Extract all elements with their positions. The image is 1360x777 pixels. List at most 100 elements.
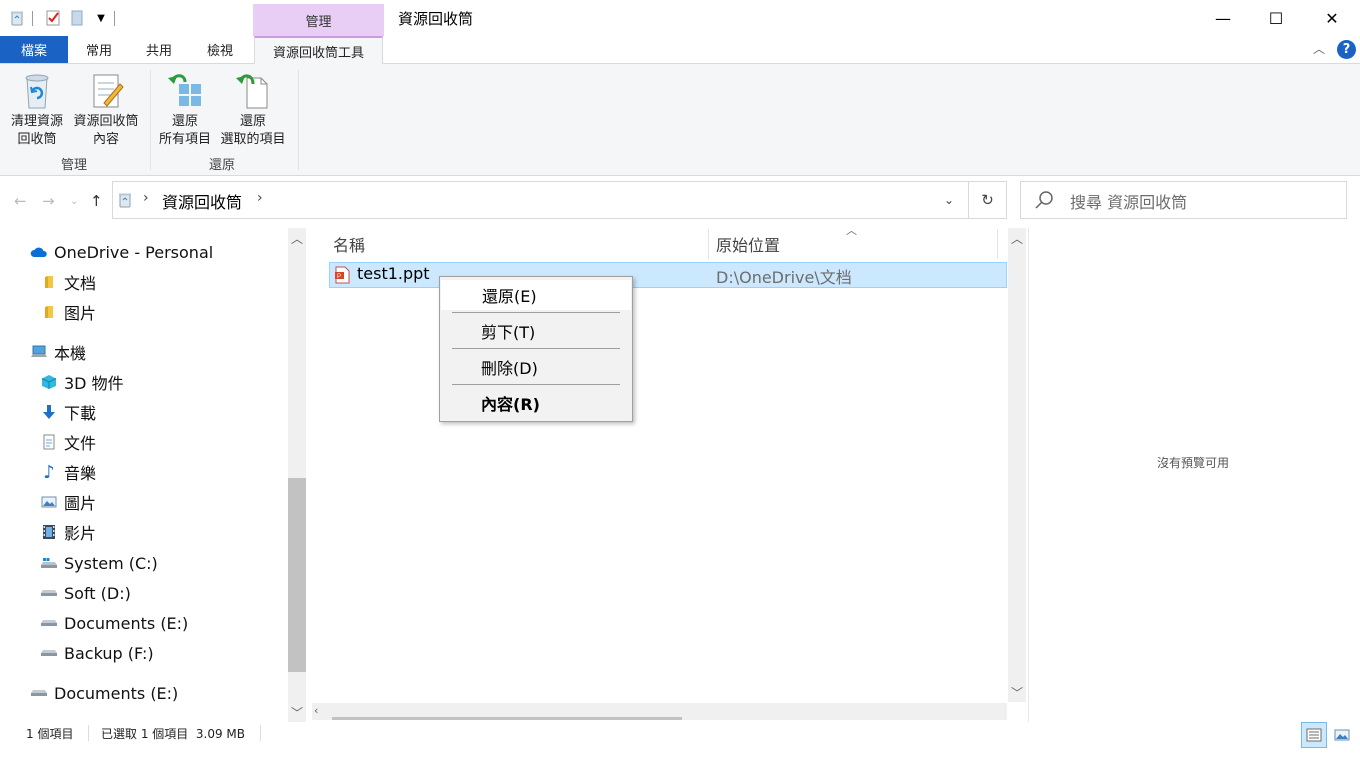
- menu-separator: [452, 348, 620, 349]
- nav-item-documents-e-root[interactable]: Documents (E:): [30, 678, 178, 708]
- column-separator[interactable]: [997, 229, 998, 259]
- list-horizontal-scroll-thumb[interactable]: [332, 717, 682, 720]
- status-separator: [88, 725, 89, 741]
- customize-toolbar-dropdown-icon[interactable]: ▼: [94, 10, 108, 26]
- back-button[interactable]: ←: [14, 192, 27, 210]
- preview-pane-divider[interactable]: [1028, 228, 1029, 722]
- address-history-dropdown-icon[interactable]: ⌄: [944, 193, 954, 207]
- status-selection: 已選取 1 個項目 3.09 MB: [101, 727, 246, 741]
- tab-file[interactable]: 檔案: [0, 36, 68, 63]
- file-name[interactable]: test1.ppt: [357, 264, 430, 283]
- search-icon: [1035, 191, 1053, 209]
- nav-item-system-c[interactable]: System (C:): [40, 548, 158, 578]
- restore-selected-label-2: 選取的項目: [220, 132, 286, 147]
- nav-label: 本機: [54, 344, 87, 363]
- folder-icon: [40, 274, 58, 290]
- window-title: 資源回收筒: [398, 10, 474, 28]
- column-header-original-location[interactable]: 原始位置: [716, 231, 996, 257]
- forward-button[interactable]: →: [42, 192, 55, 210]
- nav-item-documents[interactable]: 文件: [40, 427, 96, 457]
- nav-label: 影片: [64, 524, 97, 543]
- empty-recycle-bin-button[interactable]: 清理資源 回收筒: [6, 70, 68, 149]
- nav-item-soft-d[interactable]: Soft (D:): [40, 578, 131, 608]
- recycle-bin-properties-button[interactable]: 資源回收筒 內容: [70, 70, 142, 149]
- nav-item-3d-objects[interactable]: 3D 物件: [40, 367, 124, 397]
- breadcrumb-chevron-icon[interactable]: ›: [143, 190, 149, 206]
- restore-selected-icon: [236, 74, 268, 109]
- menu-item-delete[interactable]: 刪除(D): [441, 352, 631, 382]
- column-header-name[interactable]: 名稱: [333, 231, 707, 257]
- nav-label: 圖片: [64, 494, 97, 513]
- restore-selected-button[interactable]: 還原 選取的項目: [217, 70, 289, 149]
- nav-item-pictures[interactable]: 圖片: [40, 487, 96, 517]
- breadcrumb-chevron-icon[interactable]: ›: [257, 190, 263, 206]
- nav-scroll-thumb[interactable]: [288, 478, 306, 672]
- nav-item-this-pc[interactable]: 本機: [30, 337, 86, 367]
- document-icon: [40, 434, 58, 450]
- pictures-icon: [40, 494, 58, 510]
- nav-scroll-up-icon[interactable]: ︿: [288, 230, 306, 247]
- group-label-restore: 還原: [209, 158, 236, 173]
- nav-item-videos[interactable]: 影片: [40, 517, 96, 547]
- minimize-button[interactable]: —: [1200, 0, 1246, 36]
- nav-item-onedrive[interactable]: OneDrive - Personal: [30, 237, 213, 267]
- nav-label: 下載: [64, 404, 97, 423]
- maximize-button[interactable]: ☐: [1253, 0, 1299, 36]
- menu-item-cut[interactable]: 剪下(T): [441, 316, 631, 346]
- properties-label-1: 資源回收筒: [73, 114, 139, 129]
- menu-item-properties[interactable]: 內容(R): [441, 388, 631, 418]
- nav-item-music[interactable]: ♪ 音樂: [40, 457, 96, 487]
- nav-label: Documents (E:): [64, 613, 189, 633]
- restore-all-label-1: 還原: [171, 114, 198, 129]
- nav-label: 图片: [64, 304, 97, 323]
- group-label-manage: 管理: [61, 158, 88, 173]
- drive-icon: [30, 685, 48, 701]
- restore-all-button[interactable]: 還原 所有項目: [155, 70, 215, 149]
- menu-item-restore[interactable]: 還原(E): [441, 280, 631, 310]
- column-separator[interactable]: [708, 229, 709, 259]
- collapse-ribbon-icon[interactable]: ︿: [1313, 40, 1325, 57]
- drive-icon: [40, 585, 58, 601]
- contextual-tab-header: 管理: [253, 4, 384, 36]
- up-button[interactable]: ↑: [90, 192, 103, 210]
- tab-home[interactable]: 常用: [72, 36, 126, 63]
- nav-item-downloads[interactable]: 下載: [40, 397, 96, 427]
- properties-check-icon[interactable]: [46, 10, 60, 26]
- list-scroll-left-icon[interactable]: ‹: [314, 704, 318, 717]
- menu-separator: [452, 312, 620, 313]
- quick-access-separator: [32, 11, 33, 26]
- nav-item-backup-f[interactable]: Backup (F:): [40, 638, 154, 668]
- list-scroll-up-icon[interactable]: ︿: [1008, 230, 1026, 247]
- 3d-objects-icon: [40, 374, 58, 390]
- restore-selected-label-1: 還原: [239, 114, 266, 129]
- nav-label: System (C:): [64, 553, 158, 573]
- nav-item-onedrive-documents[interactable]: 文档: [40, 267, 96, 297]
- close-button[interactable]: ✕: [1309, 0, 1355, 36]
- nav-label: 文件: [64, 434, 97, 453]
- refresh-button[interactable]: ↻: [968, 181, 1007, 219]
- nav-label: Documents (E:): [54, 683, 179, 703]
- list-scroll-down-icon[interactable]: ﹀: [1008, 684, 1026, 701]
- tab-recycle-bin-tools[interactable]: 資源回收筒工具: [254, 36, 383, 65]
- tab-share[interactable]: 共用: [132, 36, 186, 63]
- nav-scroll-down-icon[interactable]: ﹀: [288, 704, 306, 721]
- large-icons-view-button[interactable]: [1329, 722, 1355, 748]
- empty-recycle-bin-icon: [25, 74, 49, 109]
- drive-icon: [40, 645, 58, 661]
- nav-label: 3D 物件: [64, 374, 124, 393]
- list-vertical-scrollbar[interactable]: [1008, 228, 1026, 702]
- details-view-button[interactable]: [1301, 722, 1327, 748]
- nav-item-onedrive-pictures[interactable]: 图片: [40, 297, 96, 327]
- new-folder-quick-icon[interactable]: [70, 10, 84, 26]
- tab-view[interactable]: 檢視: [193, 36, 247, 63]
- nav-item-documents-e[interactable]: Documents (E:): [40, 608, 188, 638]
- menu-separator: [452, 384, 620, 385]
- breadcrumb-recycle-bin[interactable]: 資源回收筒: [162, 189, 242, 213]
- search-placeholder: 搜尋 資源回收筒: [1070, 193, 1188, 212]
- ribbon-group-separator: [150, 70, 151, 170]
- table-row[interactable]: [329, 262, 1007, 288]
- recycle-bin-small-icon[interactable]: [10, 10, 24, 26]
- recent-locations-dropdown-icon[interactable]: ⌄: [70, 196, 78, 207]
- help-button[interactable]: ?: [1337, 40, 1356, 59]
- nav-label: 音樂: [64, 464, 97, 483]
